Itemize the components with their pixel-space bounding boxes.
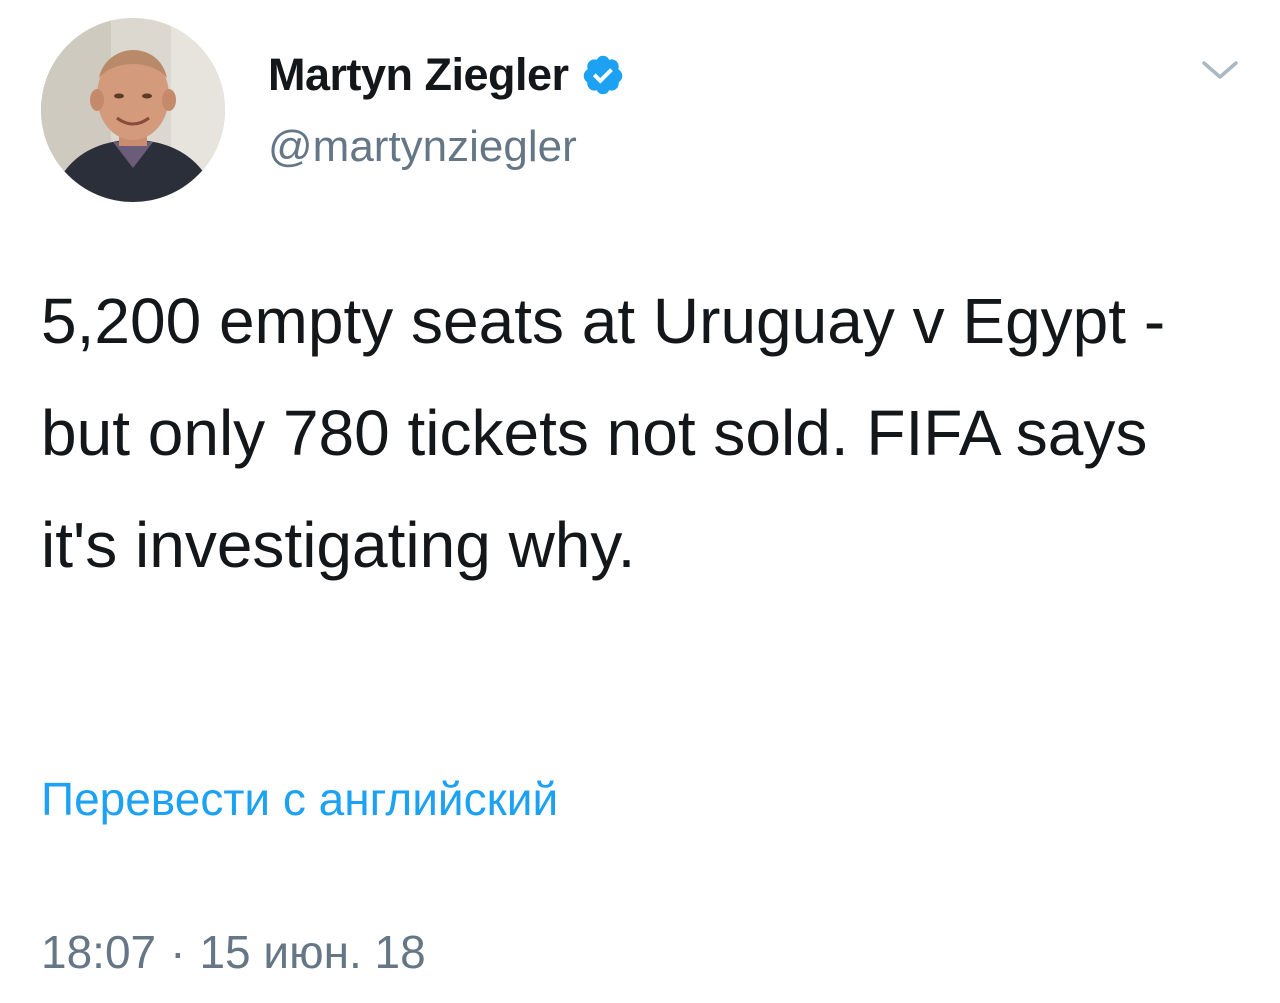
avatar-image xyxy=(41,18,225,202)
tweet-date[interactable]: 15 июн. 18 xyxy=(199,926,425,978)
translate-link[interactable]: Перевести с английский xyxy=(41,772,558,826)
tweet-meta: 18:07 · 15 июн. 18 xyxy=(41,925,426,979)
user-handle[interactable]: @martynziegler xyxy=(268,122,625,172)
tweet-card: Martyn Ziegler @martynziegler 5,200 empt… xyxy=(0,0,1280,1003)
avatar[interactable] xyxy=(41,18,225,202)
verified-badge-icon xyxy=(581,53,625,97)
name-row: Martyn Ziegler xyxy=(268,46,625,104)
meta-separator: · xyxy=(170,926,186,978)
chevron-down-icon[interactable] xyxy=(1198,55,1242,85)
tweet-time[interactable]: 18:07 xyxy=(41,926,156,978)
tweet-text: 5,200 empty seats at Uruguay v Egypt - b… xyxy=(41,285,1166,581)
display-name[interactable]: Martyn Ziegler xyxy=(268,49,569,101)
author-block: Martyn Ziegler @martynziegler xyxy=(268,46,625,172)
